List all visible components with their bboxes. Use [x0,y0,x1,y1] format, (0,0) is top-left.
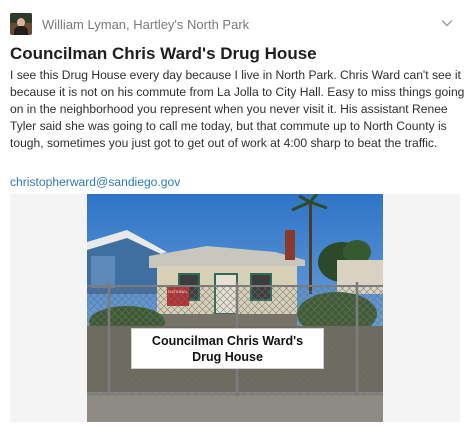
image-caption: Councilman Chris Ward's Drug House [131,328,324,369]
avatar[interactable] [10,13,32,35]
post-header: William Lyman, Hartley's North Park [10,10,460,38]
author-name[interactable]: William Lyman, Hartley's North Park [42,17,249,32]
email-link[interactable]: christopherward@sandiego.gov [10,175,180,189]
post-title: Councilman Chris Ward's Drug House [10,44,317,63]
house-illustration: NATIONAL [87,194,383,422]
photo-container: NATIONAL Councilman Chris Ward's Drug Ho… [10,194,460,422]
caption-line-1: Councilman Chris Ward's [151,334,304,348]
chevron-down-icon[interactable] [440,16,454,30]
house-photo[interactable]: NATIONAL Councilman Chris Ward's Drug Ho… [87,194,383,422]
post-card: William Lyman, Hartley's North Park Coun… [0,0,470,431]
caption-line-2: Drug House [192,350,263,364]
post-body: I see this Drug House every day because … [10,68,465,150]
